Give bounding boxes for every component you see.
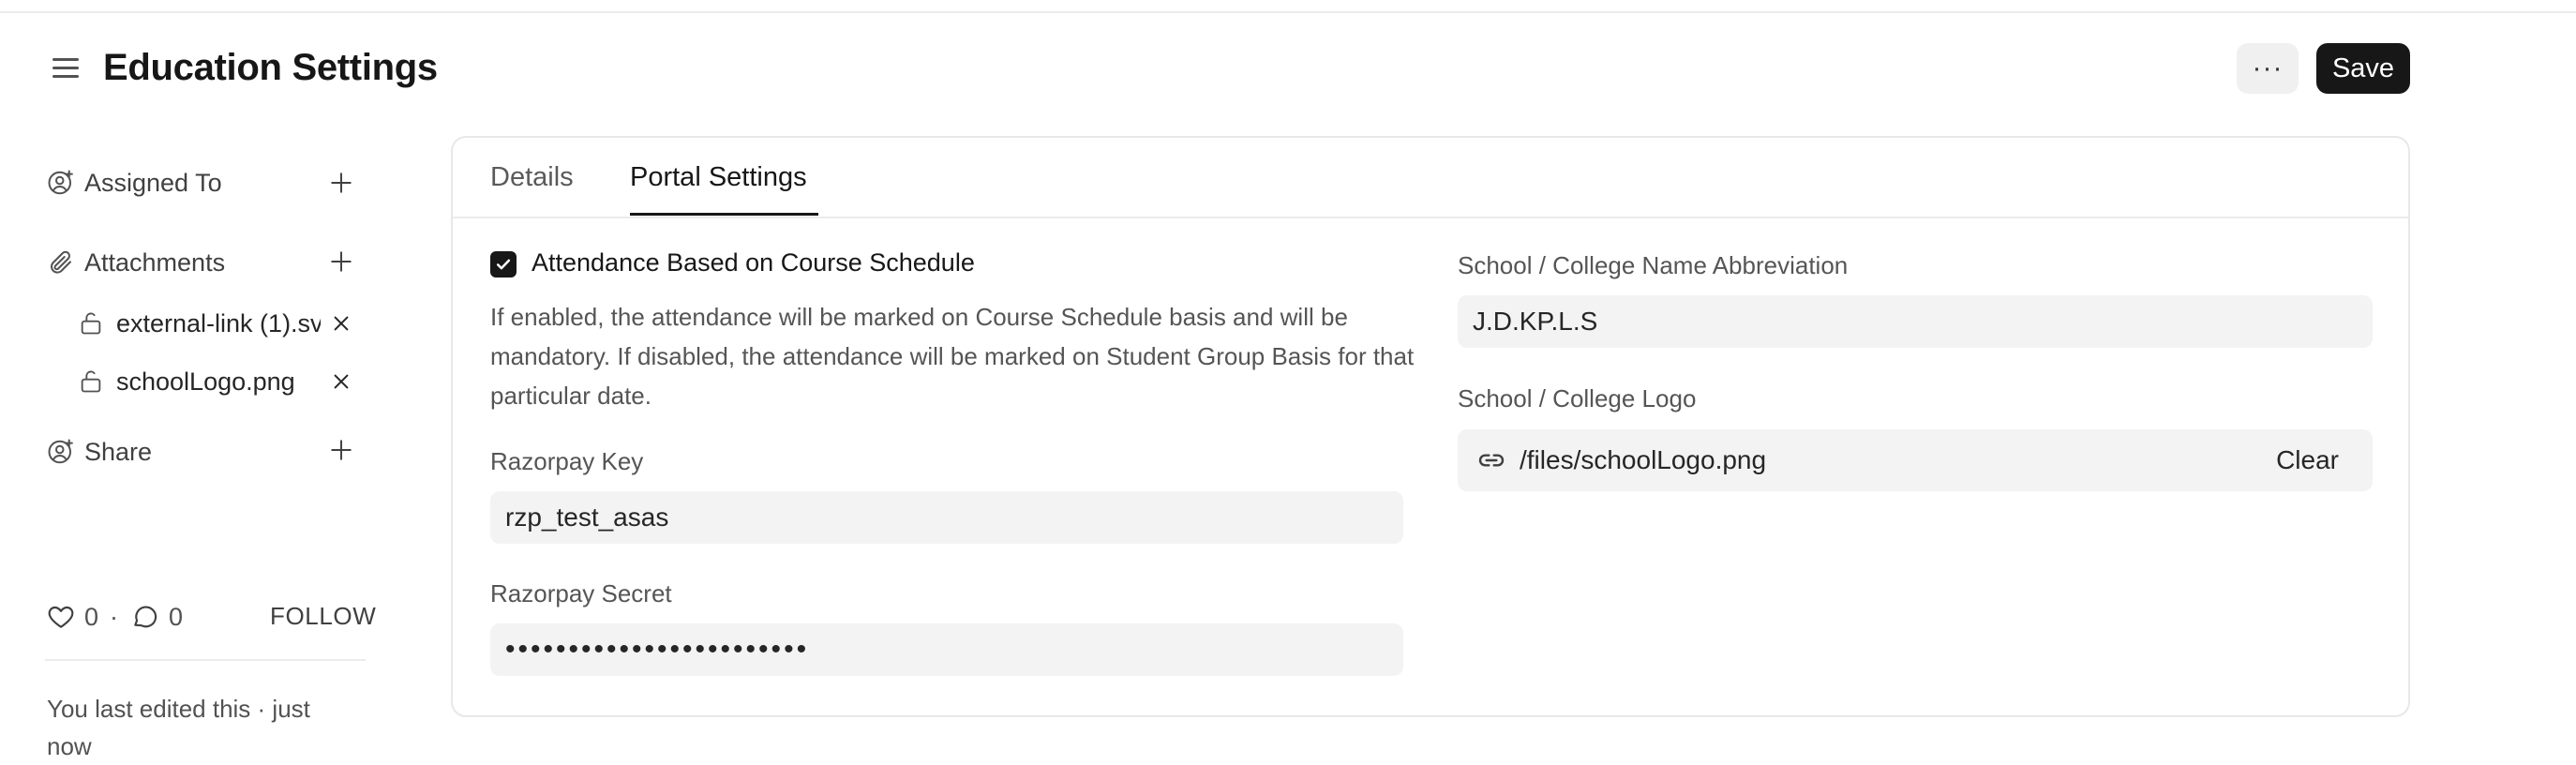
tab-details[interactable]: Details — [490, 162, 574, 193]
remove-attachment-button[interactable] — [328, 368, 354, 395]
abbreviation-label: School / College Name Abbreviation — [1458, 251, 1849, 279]
link-icon — [1475, 443, 1508, 477]
razorpay-key-input[interactable]: rzp_test_asas — [490, 491, 1403, 544]
stats-separator: · — [110, 602, 119, 631]
razorpay-key-label: Razorpay Key — [490, 447, 644, 475]
more-options-button[interactable]: ··· — [2237, 43, 2299, 94]
razorpay-secret-label: Razorpay Secret — [490, 579, 672, 608]
user-share-icon — [45, 436, 77, 468]
user-plus-icon — [45, 167, 77, 199]
assigned-to-label: Assigned To — [84, 168, 222, 197]
abbreviation-input[interactable]: J.D.KP.L.S — [1458, 295, 2373, 348]
form-card: Details Portal Settings Attendance Based… — [451, 136, 2410, 717]
sidebar-share: Share — [45, 433, 152, 471]
paperclip-icon — [45, 247, 77, 278]
page-title: Education Settings — [103, 47, 438, 88]
tab-portal-settings[interactable]: Portal Settings — [630, 162, 807, 193]
attendance-checkbox-label[interactable]: Attendance Based on Course Schedule — [532, 248, 975, 278]
attachment-name[interactable]: schoolLogo.png — [116, 368, 295, 397]
hamburger-icon[interactable] — [51, 52, 81, 82]
attendance-checkbox[interactable] — [490, 251, 517, 278]
heart-icon[interactable] — [45, 601, 77, 633]
add-share-button[interactable] — [324, 433, 358, 467]
attendance-help-text: If enabled, the attendance will be marke… — [490, 303, 1415, 410]
sidebar-attachments: Attachments — [45, 244, 225, 281]
active-tab-indicator — [630, 213, 818, 216]
lock-icon — [75, 308, 107, 339]
like-count: 0 — [84, 602, 99, 631]
attachment-item[interactable]: external-link (1).svg — [75, 305, 321, 342]
last-edited-text: You last edited this · just now — [47, 695, 310, 760]
sidebar-divider — [45, 659, 366, 661]
lock-icon — [75, 366, 107, 398]
sidebar-assigned-to: Assigned To — [45, 164, 222, 202]
clear-logo-button[interactable]: Clear — [2276, 445, 2339, 475]
save-button[interactable]: Save — [2316, 43, 2410, 94]
razorpay-secret-input[interactable]: •••••••••••••••••••••••• — [490, 623, 1403, 676]
logo-label: School / College Logo — [1458, 384, 1697, 412]
remove-attachment-button[interactable] — [328, 310, 354, 337]
tabs-divider — [453, 217, 2408, 218]
social-stats: 0 · 0 — [45, 598, 194, 636]
top-divider — [0, 11, 2576, 13]
comment-count: 0 — [169, 602, 184, 631]
share-label: Share — [84, 437, 153, 466]
add-assignee-button[interactable] — [324, 166, 358, 200]
follow-button[interactable]: FOLLOW — [270, 602, 376, 631]
logo-file-path[interactable]: /files/schoolLogo.png — [1520, 445, 1766, 475]
add-attachment-button[interactable] — [324, 245, 358, 278]
comment-icon[interactable] — [129, 601, 161, 633]
logo-attach-field[interactable]: /files/schoolLogo.png Clear — [1458, 429, 2373, 491]
attachments-label: Attachments — [84, 248, 226, 277]
attachment-item[interactable]: schoolLogo.png — [75, 363, 295, 400]
attachment-name[interactable]: external-link (1).svg — [116, 309, 321, 338]
